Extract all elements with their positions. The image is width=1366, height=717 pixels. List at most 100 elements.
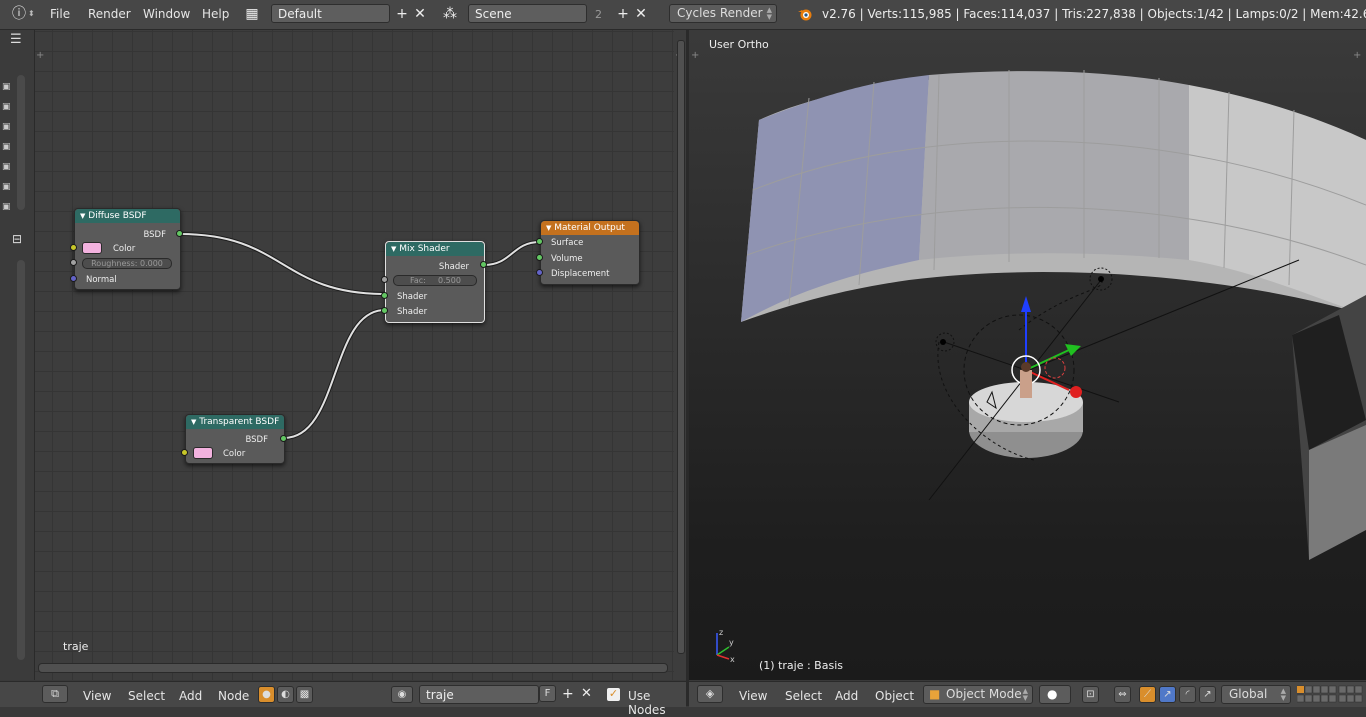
menu-render[interactable]: Render <box>88 7 131 21</box>
normal-input-label: Normal <box>86 275 117 285</box>
node-title: Transparent BSDF <box>199 417 280 427</box>
info-header: ⓘ ⬍ File Render Window Help ▦ Default + … <box>0 0 1366 30</box>
menu-node[interactable]: Node <box>218 689 249 703</box>
transform-orientation-dropdown[interactable]: Global ▲ ▼ <box>1221 685 1291 704</box>
unlink-material-icon[interactable]: ✕ <box>581 686 592 701</box>
fac-label: Fac: <box>410 276 426 285</box>
transform-icon[interactable]: ↗ <box>1199 686 1216 703</box>
menu-add[interactable]: Add <box>179 689 202 703</box>
menu-select[interactable]: Select <box>128 689 165 703</box>
menu-add[interactable]: Add <box>835 689 858 703</box>
roughness-input-socket[interactable] <box>70 259 77 266</box>
add-screen-icon[interactable]: + <box>393 5 411 23</box>
node-editor-horizontal-scrollbar[interactable] <box>38 663 668 673</box>
pivot-point-icon[interactable]: ⊡ <box>1082 686 1099 703</box>
viewport-shading-dropdown[interactable]: ● <box>1039 685 1071 704</box>
use-nodes-checkbox[interactable]: ✓ <box>607 688 620 701</box>
3d-viewport[interactable]: User Ortho + + y x z (1) traje : Basis <box>689 30 1366 680</box>
material-name-field[interactable]: traje <box>419 685 539 704</box>
render-engine-label: Cycles Render <box>677 6 763 20</box>
node-title: Diffuse BSDF <box>88 211 147 221</box>
region-expand-icon[interactable]: + <box>691 50 699 61</box>
layer-buttons[interactable] <box>1296 685 1363 705</box>
mix-shader-node[interactable]: ▼ Mix Shader Shader Fac: 0.500 Shader Sh… <box>385 241 485 323</box>
node-header[interactable]: ▼ Diffuse BSDF <box>75 209 180 223</box>
active-object-label: traje <box>63 640 89 653</box>
scene-field[interactable]: Scene <box>468 4 587 23</box>
svg-text:z: z <box>719 628 723 637</box>
fac-input-socket[interactable] <box>381 276 388 283</box>
axis-gizmo-icon: y x z <box>707 625 747 665</box>
add-scene-icon[interactable]: + <box>614 5 632 23</box>
menu-help[interactable]: Help <box>202 7 229 21</box>
bsdf-output-label: BSDF <box>245 435 268 445</box>
object-mode-label: Object Mode <box>946 687 1022 701</box>
node-header[interactable]: ▼ Transparent BSDF <box>186 415 284 429</box>
view3d-type-icon[interactable]: ◈ <box>697 685 723 703</box>
solid-shading-icon: ● <box>1047 687 1058 701</box>
screen-layout-field[interactable]: Default <box>271 4 390 23</box>
bsdf-output-socket[interactable] <box>280 435 287 442</box>
translate-manipulator-icon[interactable]: ⟋ <box>1139 686 1156 703</box>
object-shader-icon[interactable]: ● <box>258 686 275 703</box>
displacement-input-socket[interactable] <box>536 269 543 276</box>
transparent-bsdf-node[interactable]: ▼ Transparent BSDF BSDF Color <box>185 414 285 464</box>
fake-user-button[interactable]: F <box>539 685 556 702</box>
shader-input-label: Shader <box>397 292 428 302</box>
shader-input-socket[interactable] <box>381 307 388 314</box>
menu-view[interactable]: View <box>83 689 111 703</box>
menu-file[interactable]: File <box>50 7 70 21</box>
scale-manipulator-icon[interactable]: ◜ <box>1179 686 1196 703</box>
new-material-icon[interactable]: + <box>562 686 574 702</box>
node-header[interactable]: ▼ Mix Shader <box>386 242 484 256</box>
world-shader-icon[interactable]: ◐ <box>277 686 294 703</box>
render-engine-dropdown[interactable]: Cycles Render ▲ ▼ <box>669 4 777 23</box>
shader-input-socket[interactable] <box>381 292 388 299</box>
node-editor[interactable]: ☰ ▣ ▣ ▣ ▣ ▣ ▣ ▣ ⊟ + + ▼ Diffuse BSDF BSD… <box>0 30 686 680</box>
node-editor-vertical-scrollbar[interactable] <box>677 40 685 654</box>
remove-screen-icon[interactable]: ✕ <box>411 5 429 23</box>
bsdf-output-socket[interactable] <box>176 230 183 237</box>
shader-output-socket[interactable] <box>480 261 487 268</box>
roughness-slider[interactable]: Roughness: 0.000 <box>82 258 172 269</box>
menu-object[interactable]: Object <box>875 689 914 703</box>
remove-scene-icon[interactable]: ✕ <box>632 5 650 23</box>
color-input-socket[interactable] <box>181 449 188 456</box>
node-title: Material Output <box>554 223 625 233</box>
info-icon[interactable]: ⓘ <box>10 5 28 23</box>
menu-select[interactable]: Select <box>785 689 822 703</box>
screen-layout-icon[interactable]: ▦ <box>243 5 261 23</box>
svg-text:x: x <box>730 655 735 664</box>
scene-render <box>741 70 1366 560</box>
color-swatch[interactable] <box>193 447 213 459</box>
surface-input-label: Surface <box>551 238 584 248</box>
volume-input-label: Volume <box>551 254 583 264</box>
rotate-manipulator-icon[interactable]: ↗ <box>1159 686 1176 703</box>
dropdown-arrows-icon: ▲ ▼ <box>1022 687 1028 702</box>
color-swatch[interactable] <box>82 242 102 254</box>
object-info-label: (1) traje : Basis <box>759 659 843 672</box>
scene-statistics: v2.76 | Verts:115,985 | Faces:114,037 | … <box>822 7 1366 21</box>
fac-slider[interactable]: Fac: 0.500 <box>393 275 477 286</box>
object-mode-icon: ■ <box>929 687 941 701</box>
texture-icon[interactable]: ▩ <box>296 686 313 703</box>
scene-users-count: 2 <box>595 8 602 21</box>
node-header[interactable]: ▼ Material Output <box>541 221 639 235</box>
volume-input-socket[interactable] <box>536 254 543 261</box>
node-editor-type-icon[interactable]: ⧉ <box>42 685 68 703</box>
material-output-node[interactable]: ▼ Material Output Surface Volume Displac… <box>540 220 640 285</box>
editor-type-arrows[interactable]: ⬍ <box>28 9 35 18</box>
menu-window[interactable]: Window <box>143 7 190 21</box>
color-input-socket[interactable] <box>70 244 77 251</box>
menu-view[interactable]: View <box>739 689 767 703</box>
manipulator-toggle-icon[interactable]: ⇔ <box>1114 686 1131 703</box>
scene-icon[interactable]: ⁂ <box>441 5 459 23</box>
object-mode-dropdown[interactable]: ■ Object Mode ▲ ▼ <box>923 685 1033 704</box>
bsdf-output-label: BSDF <box>143 230 166 240</box>
diffuse-bsdf-node[interactable]: ▼ Diffuse BSDF BSDF Color Roughness: 0.0… <box>74 208 181 290</box>
region-expand-icon[interactable]: + <box>1353 50 1361 61</box>
color-input-label: Color <box>113 244 136 254</box>
normal-input-socket[interactable] <box>70 275 77 282</box>
material-icon[interactable]: ◉ <box>391 686 413 703</box>
surface-input-socket[interactable] <box>536 238 543 245</box>
